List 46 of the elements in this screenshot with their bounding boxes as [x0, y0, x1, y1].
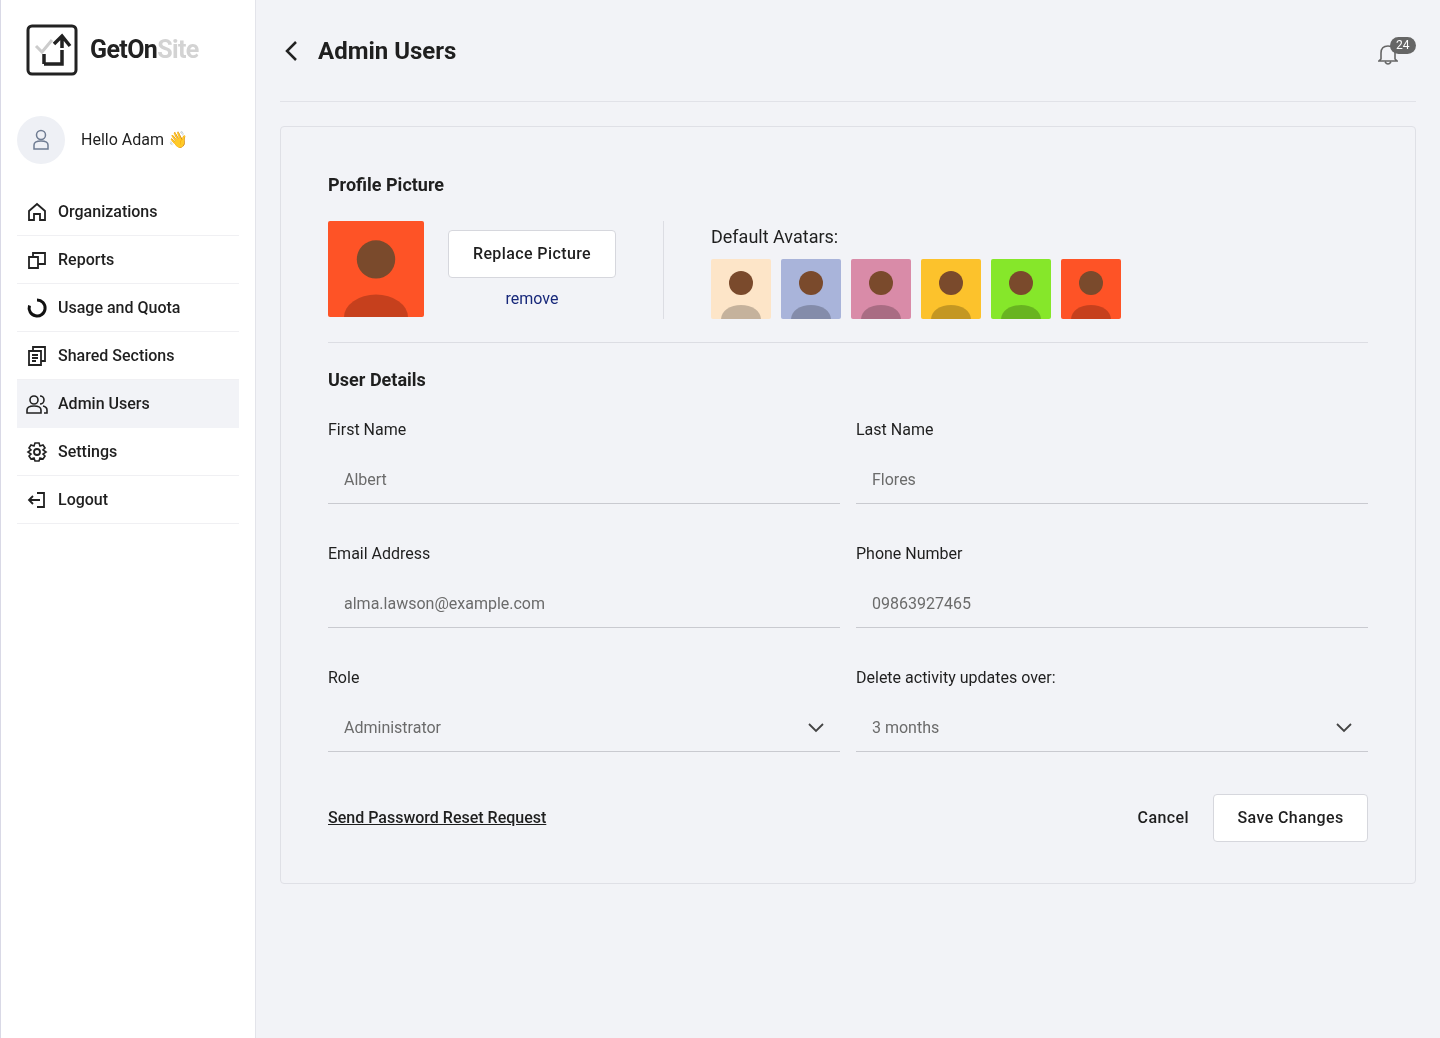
field-label: Phone Number: [856, 543, 964, 565]
input-field[interactable]: alma.lawson@example.com: [328, 580, 840, 628]
select-field[interactable]: 3 months: [856, 704, 1368, 752]
sidebar-item[interactable]: Admin Users: [17, 380, 239, 428]
brand-name: GetOn: [90, 35, 158, 65]
documents-icon: [26, 344, 48, 367]
input-field[interactable]: 09863927465: [856, 580, 1368, 628]
notification-bell-icon[interactable]: [1378, 42, 1398, 65]
input-field[interactable]: Flores: [856, 456, 1368, 504]
default-avatar[interactable]: [921, 259, 981, 319]
section-heading: Profile Picture: [328, 173, 446, 197]
default-avatar[interactable]: [711, 259, 771, 319]
sidebar-item[interactable]: Logout: [17, 476, 239, 524]
sidebar-item[interactable]: Reports: [17, 236, 239, 284]
logo-icon: [26, 24, 80, 76]
sidebar-item[interactable]: Settings: [17, 428, 239, 476]
field-label: Email Address: [328, 543, 432, 565]
field-label: Delete activity updates over:: [856, 667, 1057, 689]
default-avatars-label: Default Avatars:: [711, 225, 840, 249]
remove-link[interactable]: remove: [505, 287, 559, 311]
chevron-down-icon: [1336, 722, 1352, 733]
notification-count: 24: [1390, 36, 1416, 54]
field-label: Last Name: [856, 419, 935, 441]
save-changes-button[interactable]: Save Changes: [1213, 794, 1368, 842]
default-avatar[interactable]: [781, 259, 841, 319]
field-label: First Name: [328, 419, 408, 441]
sidebar-item[interactable]: Organizations: [17, 188, 239, 236]
brand-name-suffix: Site: [157, 35, 199, 65]
select-field[interactable]: Administrator: [328, 704, 840, 752]
chevron-down-icon: [808, 722, 824, 733]
field-label: Role: [328, 667, 361, 689]
default-avatar[interactable]: [851, 259, 911, 319]
users-icon: [26, 392, 48, 415]
sidebar-item[interactable]: Usage and Quota: [17, 284, 239, 332]
page-title: Admin Users: [318, 35, 457, 67]
greeting-text: Hello Adam 👋: [81, 129, 188, 151]
cancel-button[interactable]: Cancel: [1125, 794, 1201, 842]
replace-picture-button[interactable]: Replace Picture: [448, 230, 616, 278]
user-icon: [32, 129, 50, 151]
home-icon: [26, 200, 48, 223]
settings-icon: [26, 440, 48, 463]
section-heading: User Details: [328, 368, 427, 392]
ring-icon: [26, 296, 48, 319]
password-reset-link[interactable]: Send Password Reset Request: [328, 806, 547, 830]
input-field[interactable]: Albert: [328, 456, 840, 504]
default-avatar[interactable]: [991, 259, 1051, 319]
